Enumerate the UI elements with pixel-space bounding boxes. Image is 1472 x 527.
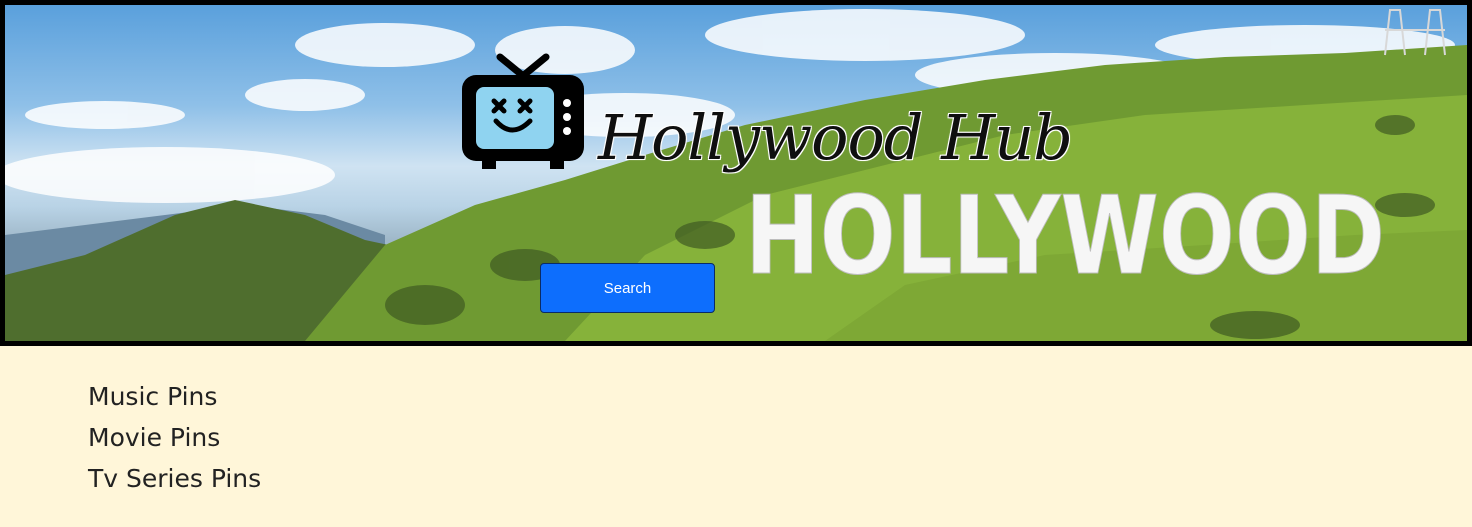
pins-nav: Music Pins Movie Pins Tv Series Pins	[88, 376, 261, 499]
brand[interactable]: Hollywood Hub	[460, 53, 1073, 174]
hero-image: HOLLYWOOD Hollywood Hub	[5, 5, 1467, 341]
brand-title: Hollywood Hub	[598, 101, 1073, 174]
tv-series-pins-link[interactable]: Tv Series Pins	[88, 458, 261, 499]
music-pins-link[interactable]: Music Pins	[88, 376, 261, 417]
hero-banner: HOLLYWOOD Hollywood Hub Search	[0, 0, 1472, 346]
tv-face-icon	[462, 53, 584, 169]
search-button[interactable]: Search	[540, 263, 715, 313]
movie-pins-link[interactable]: Movie Pins	[88, 417, 261, 458]
hollywood-sign-text: HOLLYWOOD	[745, 174, 1385, 299]
